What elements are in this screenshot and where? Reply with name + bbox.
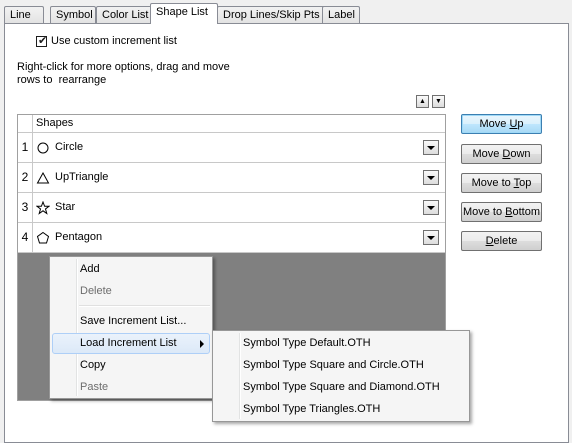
row-number[interactable]: 3 (18, 193, 33, 222)
shape-dropdown-button[interactable] (423, 140, 439, 155)
scroll-up-arrow-button[interactable]: ▲ (416, 95, 429, 108)
move-to-bottom-button[interactable]: Move to Bottom (461, 202, 542, 222)
menu-separator (79, 305, 210, 307)
btn-text-post: ottom (512, 206, 541, 218)
table-row[interactable]: 1 Circle (18, 133, 445, 163)
menu-item-load-increment-list[interactable]: Load Increment List (52, 333, 210, 354)
star-icon (36, 201, 50, 215)
shape-dropdown-button[interactable] (423, 230, 439, 245)
table-row[interactable]: 4 Pentagon (18, 223, 445, 253)
checkmark-icon: ✔ (38, 34, 48, 47)
menu-item-delete[interactable]: Delete (52, 281, 210, 302)
shape-dropdown-button[interactable] (423, 170, 439, 185)
checkbox-box[interactable]: ✔ (36, 34, 48, 47)
submenu-item-triangles[interactable]: Symbol Type Triangles.OTH (215, 398, 467, 420)
submenu-item-square-diamond[interactable]: Symbol Type Square and Diamond.OTH (215, 376, 467, 398)
menu-item-add[interactable]: Add (52, 259, 210, 280)
submenu-item-square-circle[interactable]: Symbol Type Square and Circle.OTH (215, 354, 467, 376)
tab-symbol[interactable]: Symbol (50, 6, 96, 23)
btn-text-post: p (517, 118, 524, 130)
menu-item-paste[interactable]: Paste (52, 377, 210, 398)
shape-name: Pentagon (55, 231, 103, 243)
tab-drop-lines-skip-pts[interactable]: Drop Lines/Skip Pts (217, 6, 329, 23)
delete-button[interactable]: Delete (461, 231, 542, 251)
btn-accel-key: D (485, 235, 494, 247)
tab-label[interactable]: Label (322, 6, 360, 23)
up-triangle-icon (36, 171, 50, 184)
tab-bar: Line Symbol Color List Shape List Drop L… (4, 3, 564, 25)
btn-text-pre: Move to (462, 206, 506, 218)
scroll-down-arrow-button[interactable]: ▼ (432, 95, 445, 108)
tab-shape-list[interactable]: Shape List (150, 3, 218, 24)
row-number[interactable]: 2 (18, 163, 33, 192)
move-to-top-button[interactable]: Move to Top (461, 173, 542, 193)
move-down-button[interactable]: Move Down (461, 144, 542, 164)
hint-line-2: rows to rearrange (17, 74, 107, 86)
shape-name: UpTriangle (55, 171, 109, 183)
table-row[interactable]: 2 UpTriangle (18, 163, 445, 193)
btn-text-pre: Move (472, 148, 503, 160)
grid-corner (18, 115, 33, 132)
btn-accel-key: B (505, 206, 513, 218)
shape-dropdown-button[interactable] (423, 200, 439, 215)
btn-text-post: elete (493, 235, 518, 247)
row-number[interactable]: 1 (18, 133, 33, 162)
load-increment-submenu: Symbol Type Default.OTH Symbol Type Squa… (212, 330, 470, 422)
tab-color-list[interactable]: Color List (96, 6, 152, 23)
submenu-item-default[interactable]: Symbol Type Default.OTH (215, 332, 467, 354)
checkbox-label: Use custom increment list (51, 35, 177, 47)
use-custom-increment-checkbox[interactable]: ✔ Use custom increment list (36, 34, 177, 48)
btn-text-post: own (510, 148, 531, 160)
shapes-column-header[interactable]: Shapes (36, 117, 73, 129)
btn-text-post: op (519, 177, 532, 189)
hint-line-1: Right-click for more options, drag and m… (17, 61, 230, 73)
grid-header: Shapes (18, 115, 445, 133)
menu-item-save-increment-list[interactable]: Save Increment List... (52, 311, 210, 332)
submenu-arrow-icon (200, 340, 204, 348)
row-number[interactable]: 4 (18, 223, 33, 252)
move-up-button[interactable]: Move Up (461, 114, 542, 134)
table-row[interactable]: 3 Star (18, 193, 445, 223)
tab-line[interactable]: Line (4, 6, 44, 23)
menu-item-copy[interactable]: Copy (52, 355, 210, 376)
pentagon-icon (36, 231, 50, 244)
shape-name: Star (55, 201, 76, 213)
btn-text-pre: Move to (471, 177, 514, 189)
shape-name: Circle (55, 141, 84, 153)
context-menu: Add Delete Save Increment List... Load I… (49, 256, 213, 399)
menu-item-label: Load Increment List (80, 337, 177, 349)
circle-icon (37, 142, 49, 154)
hint-text: Right-click for more options, drag and m… (17, 61, 257, 87)
btn-text-pre: Move (479, 118, 510, 130)
